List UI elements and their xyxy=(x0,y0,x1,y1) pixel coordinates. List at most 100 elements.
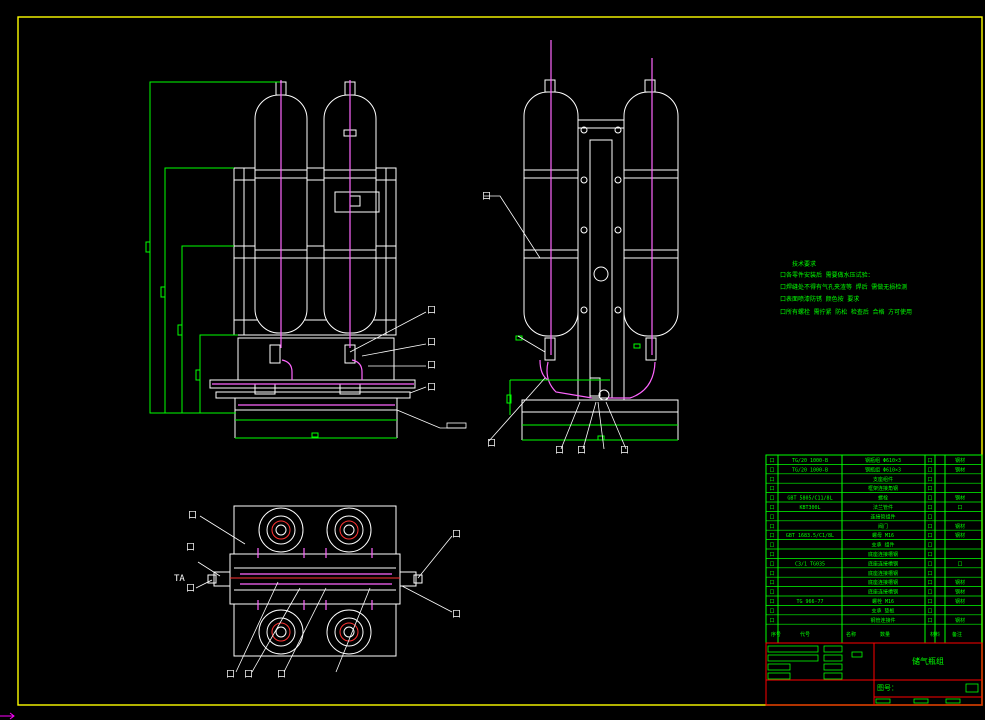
top-balloon-8: 口 xyxy=(277,670,286,680)
bom-cell: 口 xyxy=(769,618,774,624)
bom-cell: 口 xyxy=(769,561,774,567)
bom-cell: TG 966-77 xyxy=(796,599,823,605)
bom-cell: 底座连接槽钢 xyxy=(868,570,898,577)
bom-cell: 连接管组件 xyxy=(870,513,895,520)
bom-cell: 钢瓶组 Φ610×3 xyxy=(865,457,901,464)
drawing-number-label: 图号： xyxy=(877,684,898,692)
notes-line-4: 口所有螺栓 需拧紧 防松 检查后 合格 方可使用 xyxy=(780,308,912,316)
bom-cell: 口 xyxy=(927,608,932,614)
bom-cell: TG/20 1000-B xyxy=(792,458,828,464)
title-block: 储气瓶组 图号： xyxy=(765,642,983,706)
bom-cell: 底座连接槽钢 xyxy=(868,551,898,558)
top-balloon-5: 口 xyxy=(452,610,461,620)
top-cylinder-2 xyxy=(326,507,372,553)
bom-cell: 钢材 xyxy=(955,532,965,539)
bom-cell: 口 xyxy=(769,580,774,586)
bom-cell: 口 xyxy=(927,580,932,586)
front-balloon-1: 口 xyxy=(427,306,436,316)
bom-cell: 口 xyxy=(927,524,932,530)
bom-cell: 法兰管件 xyxy=(873,504,893,511)
bom-cell: 口 xyxy=(769,467,774,473)
side-balloon-4: 口 xyxy=(577,446,586,456)
bom-header-cell: 序号 xyxy=(771,631,781,638)
side-balloon-2: 口 xyxy=(487,439,496,449)
bom-cell: 钢管连接件 xyxy=(870,617,895,624)
bom-cell: 支座组件 xyxy=(873,476,893,483)
bom-cell: GBT 5805/C11/8L xyxy=(787,496,832,502)
top-view xyxy=(207,505,423,657)
front-balloon-2: 口 xyxy=(427,338,436,348)
cad-drawing-canvas[interactable]: 口 口 口 口 口 口 口 口 口 TA 口 口 口 口 口 口 口 口 技术要… xyxy=(0,0,985,720)
bom-cell: 口 xyxy=(927,486,932,492)
side-balloon-5: 口 xyxy=(620,446,629,456)
bom-cell: 口 xyxy=(927,514,932,520)
front-balloon-4: 口 xyxy=(427,383,436,393)
front-view-leaders xyxy=(349,311,467,429)
notes-line-3: 口表面喷漆防锈 颜色按 要求 xyxy=(780,295,859,303)
bom-cell: GBT 1683.5/C1/8L xyxy=(786,533,834,539)
notes-line-1: 口各零件安装后 需要做水压试验： xyxy=(780,271,874,279)
bom-cell: 口 xyxy=(769,505,774,511)
bom-cell: KBT300L xyxy=(799,505,820,511)
bom-cell: 口 xyxy=(769,486,774,492)
bom-cell: 底座连接槽钢 xyxy=(868,560,898,567)
bom-header-cell: 备注 xyxy=(952,631,962,638)
bom-cell: 口 xyxy=(927,590,932,596)
bom-cell: 钢材 xyxy=(955,579,965,586)
drawing-name: 储气瓶组 xyxy=(912,656,944,666)
top-balloon-1: 口 xyxy=(188,511,197,521)
bom-table: 口 TG/20 1000-B 钢瓶组 Φ610×3 口钢材口 TG/20 1000-B 钢… xyxy=(765,454,983,644)
side-balloon-3: 口 xyxy=(555,446,564,456)
bom-cell: 口 xyxy=(957,505,962,511)
top-cylinder-4 xyxy=(326,609,372,655)
bom-cell: TG/20 1000-B xyxy=(792,467,828,473)
drawing-border xyxy=(17,16,983,706)
bom-cell: 口 xyxy=(769,477,774,483)
bom-cell: 口 xyxy=(769,552,774,558)
bom-cell: 口 xyxy=(927,599,932,605)
top-side-label: TA xyxy=(174,574,185,584)
side-view xyxy=(521,79,679,440)
front-view-pipes xyxy=(212,80,414,406)
top-view-pipes xyxy=(240,548,392,610)
bom-cell: 钢材 xyxy=(955,466,965,473)
bom-cell: 口 xyxy=(769,590,774,596)
bom-cell: 口 xyxy=(769,543,774,549)
bom-cell: 螺栓 M16 xyxy=(872,598,894,605)
bom-cell: 钢材 xyxy=(955,457,965,464)
top-balloon-3: 口 xyxy=(186,584,195,594)
bom-header-cell: 材料 xyxy=(930,631,940,638)
front-balloon-3: 口 xyxy=(427,361,436,371)
bom-cell: 口 xyxy=(927,505,932,511)
bom-cell: 口 xyxy=(927,571,932,577)
bom-cell: 螺栓 xyxy=(878,495,888,502)
bom-cell: 钢材 xyxy=(955,617,965,624)
bom-header-cell: 名称 xyxy=(846,631,856,638)
bom-header-cell: 数量 xyxy=(880,631,890,638)
bom-cell: 口 xyxy=(769,458,774,464)
top-balloon-7: 口 xyxy=(244,670,253,680)
bom-cell: 口 xyxy=(927,561,932,567)
notes-title: 技术要求 xyxy=(792,260,816,268)
bom-cell: 口 xyxy=(769,608,774,614)
top-balloon-2: 口 xyxy=(186,543,195,553)
bom-cell: 口 xyxy=(769,533,774,539)
bom-cell: C3/1 TG035 xyxy=(795,561,825,567)
bom-cell: 底座连接槽钢 xyxy=(868,589,898,596)
bom-cell: 底座连接槽钢 xyxy=(868,579,898,586)
bom-cell: 口 xyxy=(769,514,774,520)
bom-cell: 钢材 xyxy=(955,495,965,502)
bom-cell: 口 xyxy=(769,496,774,502)
bom-cell: 口 xyxy=(927,533,932,539)
ucs-cursor-icon xyxy=(0,712,15,720)
bom-cell: 阀门 xyxy=(878,523,888,530)
bom-cell: 钢瓶组 Φ610×3 xyxy=(865,466,901,473)
top-cylinder-1 xyxy=(258,507,304,553)
side-balloon-1: 口 xyxy=(482,192,491,202)
top-view-labels: TA 口 口 口 口 口 口 口 口 xyxy=(174,511,461,680)
cylinder-right xyxy=(323,81,380,334)
bom-header-cell: 代号 xyxy=(800,631,810,638)
side-cylinder-right xyxy=(623,79,679,337)
notes-line-2: 口焊缝处不得有气孔夹渣等 焊后 需做无损检测 xyxy=(780,283,907,291)
bom-cell: 口 xyxy=(927,458,932,464)
